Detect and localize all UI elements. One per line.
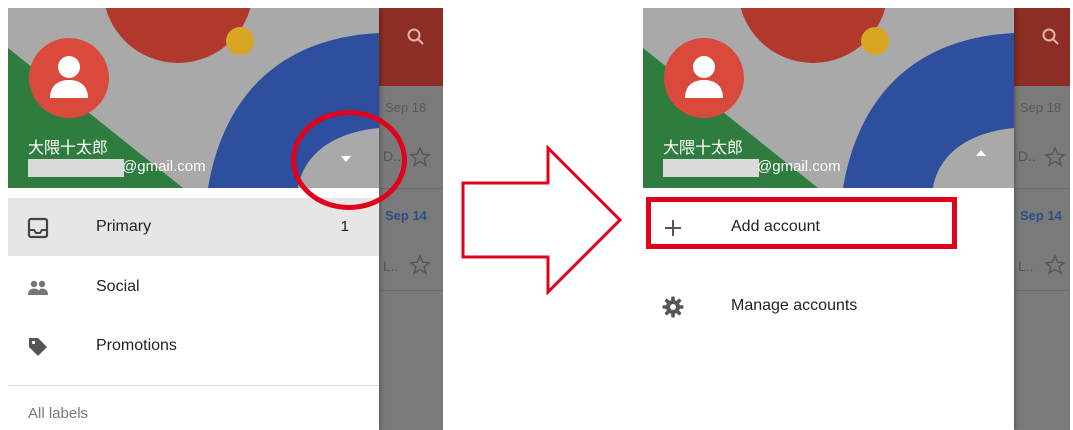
account-header: 大隈十太郎 @gmail.com [643, 8, 1014, 188]
nav-item-social[interactable]: Social [8, 258, 379, 316]
arrow-right-icon [461, 145, 623, 295]
nav-item-promotions[interactable]: Promotions [8, 317, 379, 375]
nav-label: Primary [96, 218, 152, 235]
person-icon [50, 56, 88, 98]
before-screenshot: Sep 18 D.. Sep 14 L.. 大隈十太郎 @gmail.com P… [8, 8, 443, 430]
account-name: 大隈十太郎 [28, 140, 109, 157]
inbox-toolbar [379, 8, 443, 86]
inbox-background: Sep 18 D.. Sep 14 L.. [379, 8, 443, 430]
section-label-all-labels: All labels [28, 405, 89, 422]
search-icon[interactable] [1042, 28, 1060, 46]
nav-label: Social [96, 278, 140, 295]
unread-count: 1 [340, 218, 349, 235]
inbox-snippet: L.. [1018, 258, 1034, 274]
inbox-background: Sep 18 D.. Sep 14 L.. [1014, 8, 1070, 430]
inbox-date: Sep 14 [385, 208, 427, 223]
person-icon [685, 56, 723, 98]
avatar[interactable] [29, 38, 109, 118]
star-icon[interactable] [1044, 146, 1066, 168]
account-email: @gmail.com [122, 158, 206, 175]
star-icon[interactable] [409, 146, 431, 168]
chevron-up-icon[interactable] [976, 150, 986, 156]
inbox-date: Sep 14 [1020, 208, 1062, 223]
email-redaction [663, 159, 759, 177]
star-icon[interactable] [1044, 254, 1066, 276]
menu-item-manage-accounts[interactable]: Manage accounts [643, 277, 1014, 335]
search-icon[interactable] [407, 28, 425, 46]
inbox-snippet: L.. [383, 258, 399, 274]
navigation-drawer: 大隈十太郎 @gmail.com Primary 1 Social Promot… [8, 8, 379, 430]
email-redaction [28, 159, 124, 177]
account-name: 大隈十太郎 [663, 140, 744, 157]
inbox-toolbar [1014, 8, 1070, 86]
people-icon [28, 280, 48, 295]
divider [8, 385, 379, 386]
nav-label: Promotions [96, 337, 177, 354]
menu-label: Manage accounts [731, 297, 858, 314]
nav-item-primary[interactable]: Primary 1 [8, 198, 379, 256]
inbox-snippet: D.. [1018, 148, 1036, 164]
inbox-date: Sep 18 [385, 100, 427, 115]
avatar[interactable] [664, 38, 744, 118]
highlight-circle [291, 110, 407, 210]
tag-icon [29, 338, 47, 356]
star-icon[interactable] [409, 254, 431, 276]
highlight-box [646, 197, 957, 249]
account-email: @gmail.com [757, 158, 841, 175]
inbox-icon [27, 217, 49, 239]
gear-icon [662, 296, 684, 318]
inbox-date: Sep 18 [1020, 100, 1062, 115]
